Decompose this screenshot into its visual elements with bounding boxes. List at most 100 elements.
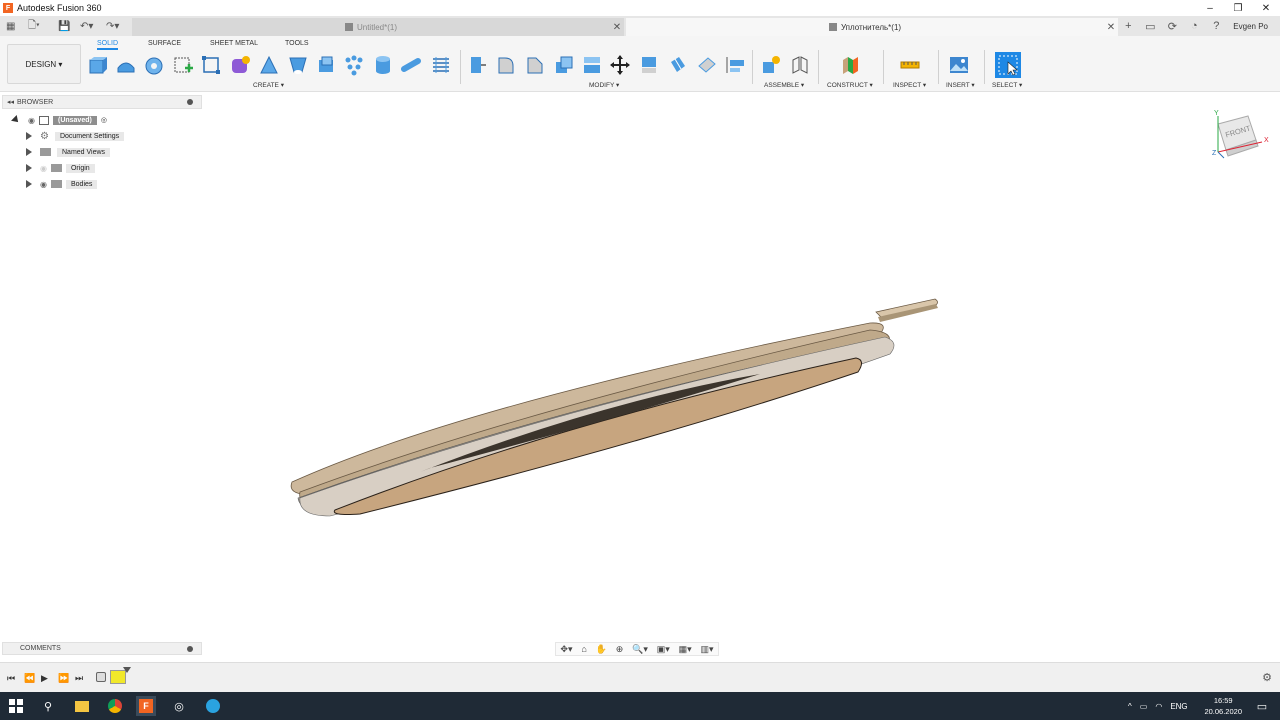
workspace-switcher-button[interactable]: DESIGN ▾ [7, 44, 81, 84]
chrome-icon[interactable] [105, 696, 125, 716]
sketch-icon[interactable] [171, 53, 195, 77]
app-icon[interactable]: ◎ [169, 696, 189, 716]
expand-icon[interactable] [26, 132, 32, 140]
create-group-label[interactable]: CREATE ▾ [253, 81, 284, 89]
tab-surface[interactable]: SURFACE [148, 40, 181, 47]
tab-solid[interactable]: SOLID [97, 40, 119, 50]
extrude-icon[interactable] [114, 53, 138, 77]
move-copy-icon[interactable] [608, 53, 632, 77]
insert-image-icon[interactable] [947, 53, 971, 77]
insert-group-label[interactable]: INSERT ▾ [946, 81, 975, 89]
browser-item-bodies[interactable]: ◉ Bodies [26, 178, 98, 190]
fit-icon[interactable]: 🔍▾ [632, 644, 648, 655]
activate-icon[interactable]: ◎ [101, 116, 107, 124]
timeline-feature-icon[interactable] [96, 672, 106, 682]
user-name[interactable]: Evgen Po [1233, 22, 1268, 31]
undo-icon[interactable]: ↶▾ [80, 16, 93, 36]
combine-icon[interactable] [580, 53, 604, 77]
visibility-icon[interactable]: ◉ [40, 180, 47, 189]
go-to-start-icon[interactable]: ⏮ [7, 673, 15, 684]
step-forward-icon[interactable]: ⏩ [58, 673, 69, 684]
select-icon[interactable] [995, 52, 1021, 78]
pattern-icon[interactable] [342, 53, 366, 77]
box-icon[interactable] [199, 53, 223, 77]
save-icon[interactable]: 💾 [58, 16, 70, 36]
tab-tools[interactable]: TOOLS [285, 40, 309, 47]
pan-icon[interactable]: ✋ [596, 644, 607, 655]
pipe-icon[interactable] [400, 53, 424, 77]
shell-modify-icon[interactable] [552, 53, 576, 77]
canvas-viewport[interactable]: FRONT X Y Z [0, 92, 1280, 660]
close-icon[interactable]: ✕ [1252, 0, 1280, 16]
offset-plane-icon[interactable] [839, 53, 863, 77]
tab-sheet-metal[interactable]: SHEET METAL [210, 40, 258, 47]
measure-icon[interactable] [898, 53, 922, 77]
grid-settings-icon[interactable]: ▦▾ [679, 644, 692, 655]
fusion-taskbar-icon[interactable]: F [136, 696, 156, 716]
expand-icon[interactable] [11, 115, 21, 125]
browser-root[interactable]: ◉ (Unsaved) ◎ [11, 114, 107, 126]
search-icon[interactable]: ⚲ [38, 696, 58, 716]
timeline-marker-icon[interactable] [123, 667, 131, 673]
new-component-icon[interactable] [86, 53, 110, 77]
comments-panel-header[interactable]: COMMENTS [2, 642, 202, 655]
telegram-icon[interactable] [203, 696, 223, 716]
select-group-label[interactable]: SELECT ▾ [992, 81, 1022, 89]
restore-icon[interactable]: ❐ [1224, 0, 1252, 16]
play-icon[interactable]: ▶ [41, 673, 48, 684]
orbit-icon[interactable]: ✥▾ [560, 644, 572, 655]
cylinder-icon[interactable] [371, 53, 395, 77]
cone-icon[interactable] [257, 53, 281, 77]
inspect-group-label[interactable]: INSPECT ▾ [893, 81, 926, 89]
modify-group-label[interactable]: MODIFY ▾ [589, 81, 619, 89]
zoom-icon[interactable]: ⊕ [616, 644, 624, 655]
chamfer-icon[interactable] [523, 53, 547, 77]
step-back-icon[interactable]: ⏪ [24, 673, 35, 684]
grid-menu-icon[interactable]: ▦ [6, 16, 15, 36]
expand-icon[interactable] [26, 180, 32, 188]
browser-item-document-settings[interactable]: ⚙ Document Settings [26, 130, 125, 142]
revolve-icon[interactable] [142, 53, 166, 77]
construct-group-label[interactable]: CONSTRUCT ▾ [827, 81, 873, 89]
redo-icon[interactable]: ↷▾ [106, 16, 119, 36]
display-settings-icon[interactable]: ▣▾ [657, 644, 670, 655]
file-explorer-icon[interactable] [72, 696, 92, 716]
close-tab-icon[interactable]: ✕ [1104, 22, 1118, 33]
battery-icon[interactable]: ▭ [1140, 702, 1148, 711]
press-pull-icon[interactable] [465, 53, 489, 77]
network-icon[interactable]: ◠ [1155, 702, 1162, 711]
notifications-icon[interactable]: ◔ [1183, 16, 1205, 36]
expand-icon[interactable] [26, 164, 32, 172]
viewports-icon[interactable]: ▥▾ [701, 644, 714, 655]
visibility-off-icon[interactable]: ◉ [40, 164, 47, 173]
align-icon[interactable] [637, 53, 661, 77]
viewcube[interactable]: FRONT X Y Z [1210, 110, 1270, 160]
chat-icon[interactable]: ▭ [1139, 16, 1161, 36]
notification-center-icon[interactable]: ▭ [1252, 696, 1272, 716]
tab-uplotnitel[interactable]: Уплотнитель*(1) ✕ [626, 18, 1118, 36]
show-hidden-icon[interactable]: ^ [1128, 702, 1132, 711]
split-face-icon[interactable] [666, 53, 690, 77]
joint-icon[interactable] [788, 53, 812, 77]
collapse-icon[interactable]: ◂◂ [7, 98, 14, 106]
expand-icon[interactable] [26, 148, 32, 156]
pin-icon[interactable] [187, 646, 193, 652]
go-to-end-icon[interactable]: ⏭ [75, 673, 83, 684]
assemble-group-label[interactable]: ASSEMBLE ▾ [764, 81, 804, 89]
form-icon[interactable] [228, 53, 252, 77]
look-at-icon[interactable]: ⌂ [581, 644, 586, 654]
gasket-model[interactable] [0, 92, 1280, 660]
browser-panel-header[interactable]: ◂◂ BROWSER [2, 95, 202, 109]
browser-item-named-views[interactable]: Named Views [26, 146, 111, 158]
browser-item-origin[interactable]: ◉ Origin [26, 162, 95, 174]
windows-start-icon[interactable] [6, 696, 26, 716]
help-icon[interactable]: ? [1205, 16, 1227, 36]
language-indicator[interactable]: ENG [1170, 702, 1187, 711]
new-tab-icon[interactable]: + [1117, 16, 1139, 36]
fillet-icon[interactable] [494, 53, 518, 77]
file-menu-icon[interactable]: 🗋▾ [28, 16, 40, 36]
minimize-icon[interactable]: – [1196, 0, 1224, 16]
job-status-icon[interactable]: ⟳ [1161, 16, 1183, 36]
hole-icon[interactable] [286, 53, 310, 77]
close-tab-icon[interactable]: ✕ [610, 22, 624, 33]
